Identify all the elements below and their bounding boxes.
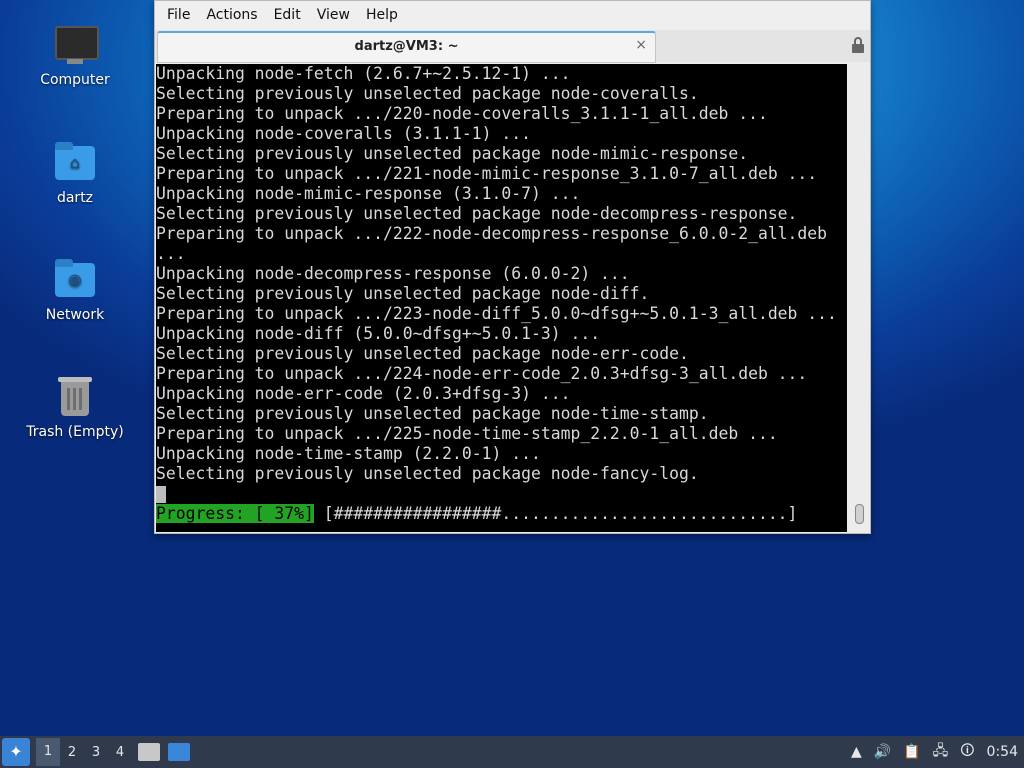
start-menu-icon[interactable]: ✦ bbox=[2, 738, 30, 766]
terminal-line: Unpacking node-fetch (2.6.7+~2.5.12-1) .… bbox=[156, 64, 571, 83]
network-icon[interactable]: 🖧 bbox=[933, 740, 949, 764]
terminal-window[interactable]: File Actions Edit View Help dartz@VM3: ~… bbox=[154, 0, 871, 534]
menu-help[interactable]: Help bbox=[358, 1, 406, 30]
progress-line: Progress: [ 37%] [#################.....… bbox=[156, 504, 847, 524]
volume-icon[interactable]: 🔊 bbox=[874, 744, 891, 760]
terminal-line: Selecting previously unselected package … bbox=[156, 344, 689, 363]
terminal-line: Selecting previously unselected package … bbox=[156, 204, 798, 223]
workspace-1[interactable]: 1 bbox=[36, 738, 60, 766]
terminal-cursor bbox=[156, 486, 166, 503]
workspace-3[interactable]: 3 bbox=[84, 745, 108, 760]
menu-edit[interactable]: Edit bbox=[266, 1, 309, 30]
clock[interactable]: 0:54 bbox=[987, 744, 1018, 760]
terminal-output[interactable]: Unpacking node-fetch (2.6.7+~2.5.12-1) .… bbox=[156, 64, 847, 532]
progress-bar: [#################......................… bbox=[313, 504, 798, 523]
terminal-line: Preparing to unpack .../220-node-coveral… bbox=[156, 104, 768, 123]
terminal-line: ... bbox=[156, 244, 186, 263]
menu-view[interactable]: View bbox=[309, 1, 358, 30]
menu-actions[interactable]: Actions bbox=[198, 1, 265, 30]
terminal-line: Unpacking node-decompress-response (6.0.… bbox=[156, 264, 630, 283]
scrollbar[interactable] bbox=[848, 64, 870, 532]
terminal-line: Selecting previously unselected package … bbox=[156, 284, 650, 303]
desktop-icon-label: Trash (Empty) bbox=[26, 424, 124, 440]
taskbar: ✦ 1 2 3 4 ▲ 🔊 📋 🖧 🛈 0:54 bbox=[0, 736, 1024, 768]
notification-icon[interactable]: 🛈 bbox=[960, 740, 974, 764]
terminal-line: Preparing to unpack .../221-node-mimic-r… bbox=[156, 164, 818, 183]
terminal-line: Preparing to unpack .../224-node-err-cod… bbox=[156, 364, 808, 383]
trash-icon bbox=[53, 374, 97, 418]
desktop-icon-network[interactable]: ◉ Network bbox=[20, 257, 130, 323]
terminal-line: Preparing to unpack .../225-node-time-st… bbox=[156, 424, 778, 443]
terminal-tab[interactable]: dartz@VM3: ~ × bbox=[157, 31, 656, 63]
desktop-icon-trash[interactable]: Trash (Empty) bbox=[20, 374, 130, 440]
file-manager-icon[interactable] bbox=[138, 743, 160, 761]
terminal-line: Selecting previously unselected package … bbox=[156, 464, 699, 483]
clipboard-icon[interactable]: 📋 bbox=[903, 744, 920, 760]
terminal-line: Unpacking node-err-code (2.0.3+dfsg-3) .… bbox=[156, 384, 571, 403]
network-folder-icon: ◉ bbox=[53, 257, 97, 301]
terminal-line: Selecting previously unselected package … bbox=[156, 144, 749, 163]
show-desktop-icon[interactable] bbox=[168, 743, 190, 761]
system-tray: ▲ 🔊 📋 🖧 🛈 0:54 bbox=[851, 736, 1024, 768]
desktop-icon-home[interactable]: ⌂ dartz bbox=[20, 140, 130, 206]
terminal-line: Unpacking node-diff (5.0.0~dfsg+~5.0.1-3… bbox=[156, 324, 601, 343]
progress-label: Progress: [ 37%] bbox=[156, 504, 314, 523]
terminal-line: Preparing to unpack .../222-node-decompr… bbox=[156, 224, 828, 243]
desktop-icon-label: Network bbox=[45, 307, 105, 323]
terminal-cursor-line bbox=[156, 484, 847, 504]
close-icon[interactable]: × bbox=[635, 37, 647, 53]
scrollbar-thumb[interactable] bbox=[855, 504, 864, 524]
update-notifier-icon[interactable]: ▲ bbox=[851, 744, 862, 760]
terminal-line: Unpacking node-time-stamp (2.2.0-1) ... bbox=[156, 444, 541, 463]
terminal-line: Selecting previously unselected package … bbox=[156, 84, 699, 103]
terminal-line: Preparing to unpack .../223-node-diff_5.… bbox=[156, 304, 837, 323]
workspace-4[interactable]: 4 bbox=[108, 745, 132, 760]
tab-title: dartz@VM3: ~ bbox=[354, 39, 459, 54]
menu-file[interactable]: File bbox=[159, 1, 198, 30]
workspace-2[interactable]: 2 bbox=[60, 745, 84, 760]
terminal-line: Unpacking node-mimic-response (3.1.0-7) … bbox=[156, 184, 581, 203]
lock-icon[interactable] bbox=[852, 37, 864, 53]
terminal-line: Selecting previously unselected package … bbox=[156, 404, 709, 423]
desktop-icon-label: Computer bbox=[40, 72, 110, 88]
desktop-icon-label: dartz bbox=[56, 190, 94, 206]
computer-icon bbox=[53, 22, 99, 66]
home-folder-icon: ⌂ bbox=[53, 140, 97, 184]
terminal-lines: Unpacking node-fetch (2.6.7+~2.5.12-1) .… bbox=[156, 64, 847, 484]
tab-bar: dartz@VM3: ~ × bbox=[155, 30, 870, 63]
menu-bar: File Actions Edit View Help bbox=[155, 1, 870, 30]
desktop-icon-computer[interactable]: Computer bbox=[20, 22, 130, 88]
terminal-line: Unpacking node-coveralls (3.1.1-1) ... bbox=[156, 124, 531, 143]
